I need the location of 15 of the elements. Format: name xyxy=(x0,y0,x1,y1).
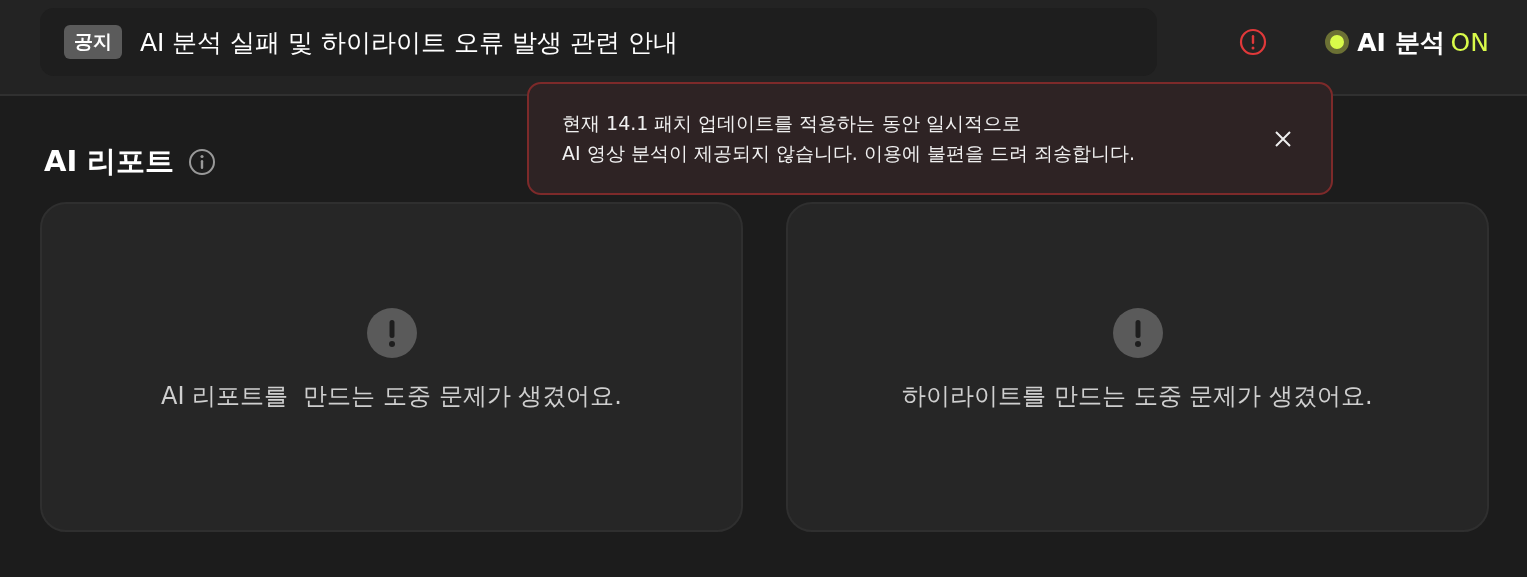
exclamation-icon xyxy=(1112,308,1163,358)
info-icon[interactable] xyxy=(188,148,217,176)
error-message: AI 리포트를 만드는 도중 문제가 생겼어요. xyxy=(161,381,622,412)
tooltip-text: AI 영상 분석이 제공되지 않습니다. 이용에 불편을 드려 죄송합니다. xyxy=(562,140,1136,166)
error-message: 하이라이트를 만드는 도중 문제가 생겼어요. xyxy=(902,381,1373,412)
status-value: ON xyxy=(1450,27,1489,57)
warning-icon[interactable] xyxy=(1239,28,1267,56)
section-title: AI 리포트 xyxy=(44,143,175,180)
notice-badge: 공지 xyxy=(64,25,122,59)
exclamation-icon xyxy=(366,308,417,358)
notice-title: AI 분석 실패 및 하이라이트 오류 발생 관련 안내 xyxy=(140,26,679,59)
notice-bar[interactable]: 공지 AI 분석 실패 및 하이라이트 오류 발생 관련 안내 xyxy=(40,8,1157,76)
tooltip-text: 현재 14.1 패치 업데이트를 적용하는 동안 일시적으로 xyxy=(562,110,1022,136)
status-label: AI 분석 xyxy=(1357,26,1445,59)
close-icon xyxy=(1273,128,1293,149)
